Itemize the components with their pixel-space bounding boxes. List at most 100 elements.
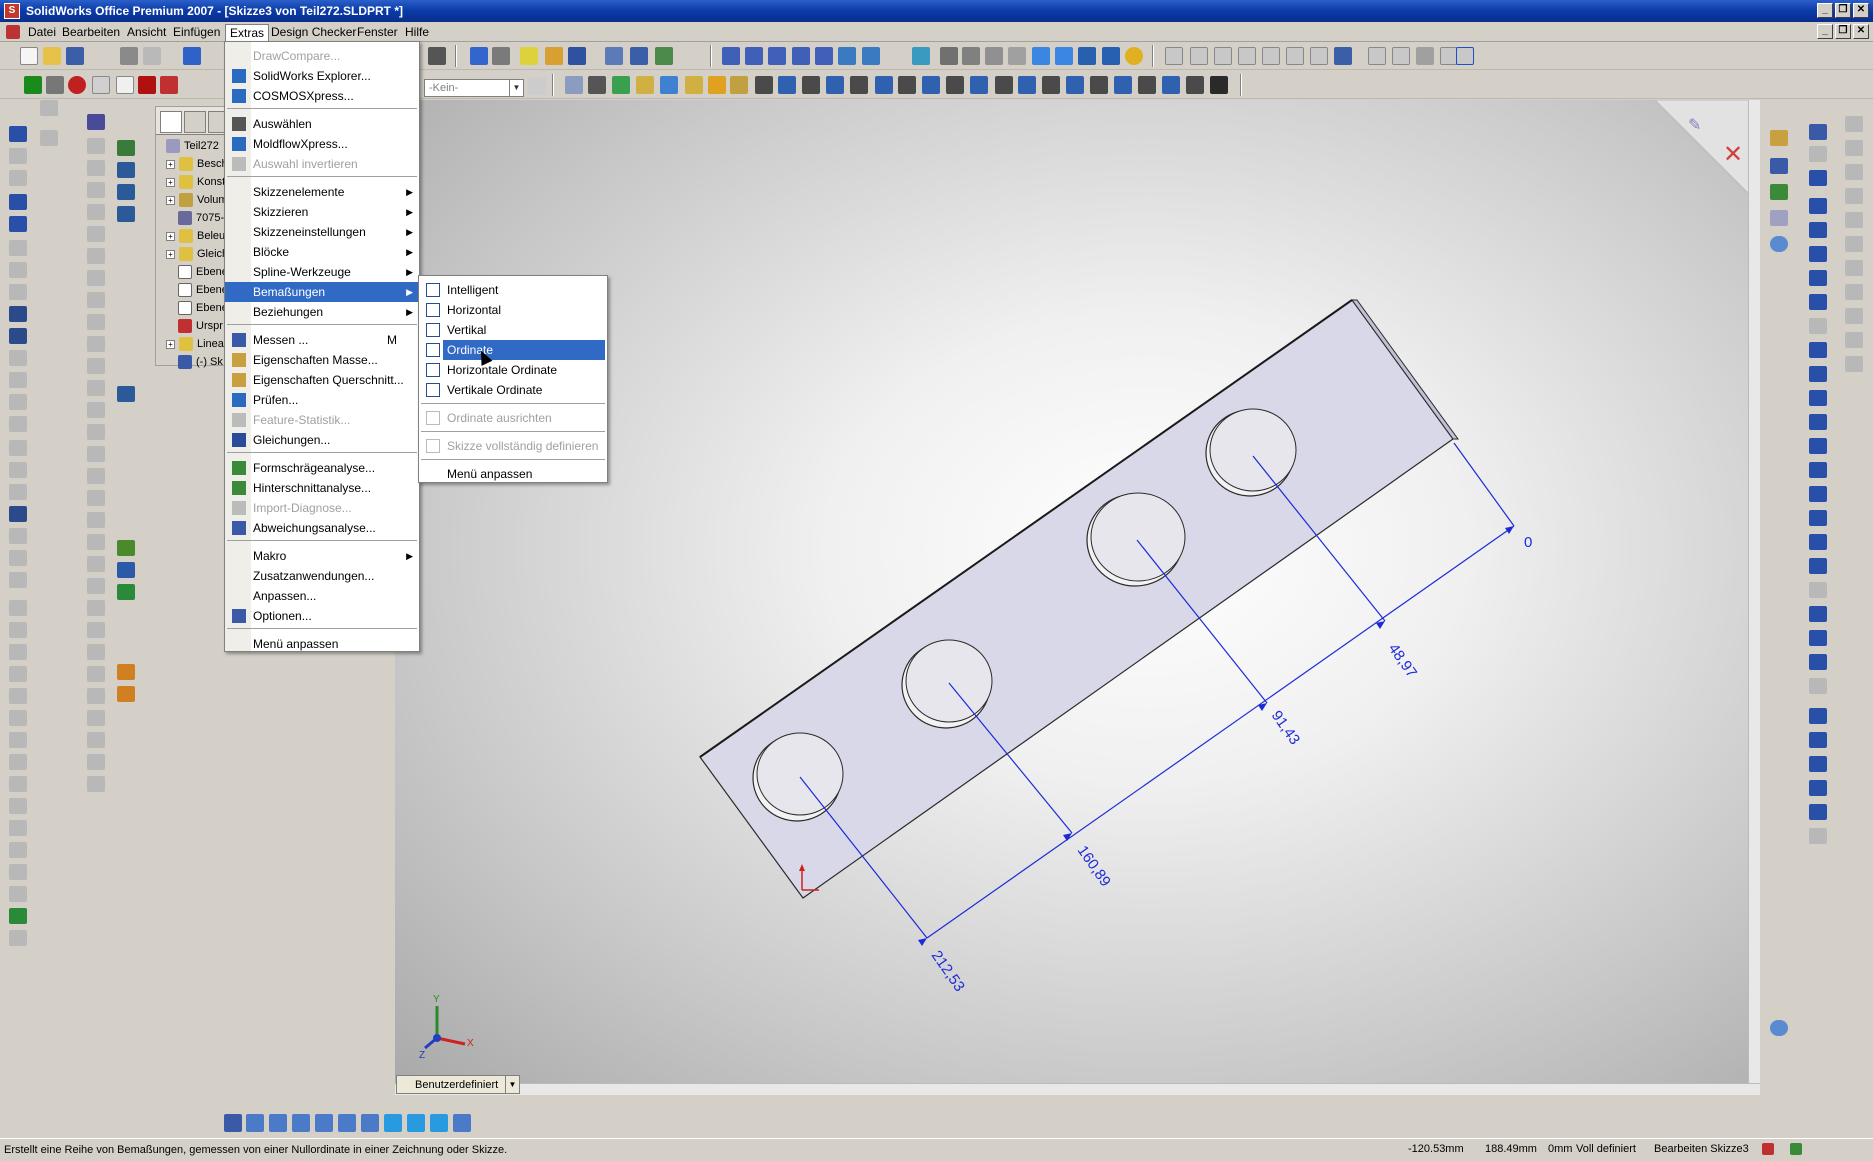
rib-icon[interactable] — [1392, 47, 1410, 65]
help-icon[interactable] — [1790, 1143, 1802, 1155]
dimension-212-53[interactable]: 212,53 — [928, 948, 968, 995]
link-view-icon[interactable] — [453, 1114, 471, 1132]
fix-icon[interactable] — [1809, 654, 1827, 670]
origin-icon[interactable] — [9, 528, 27, 544]
view-orientation-icon[interactable] — [912, 47, 930, 65]
check-icon[interactable] — [9, 306, 27, 322]
menu-datei[interactable]: Datei — [24, 24, 60, 40]
text-tool-icon[interactable] — [1809, 606, 1827, 622]
submenu-item-intelligent[interactable]: Intelligent — [419, 280, 607, 300]
dimension-160-89[interactable]: 160,89 — [1074, 843, 1114, 890]
menu-item-formschraegeanalyse[interactable]: Formschrägeanalyse... — [225, 458, 419, 478]
split-icon[interactable] — [9, 820, 27, 836]
filter-datums-icon[interactable] — [922, 76, 940, 94]
realview-icon[interactable] — [1102, 47, 1120, 65]
point-icon[interactable] — [1809, 486, 1827, 502]
dimension-tool-icon[interactable] — [1809, 170, 1827, 186]
menu-item-gleichungen[interactable]: Gleichungen... — [225, 430, 419, 450]
rebuild-icon[interactable] — [492, 47, 510, 65]
loft-icon[interactable] — [87, 204, 105, 220]
cut-icon[interactable] — [1262, 47, 1280, 65]
menu-item-menue-anpassen[interactable]: Menü anpassen — [225, 634, 419, 654]
submenu-item-ordinate-ausrichten[interactable]: Ordinate ausrichten — [419, 408, 607, 428]
mirror-feature-icon[interactable] — [87, 534, 105, 550]
component-icon[interactable] — [117, 162, 135, 178]
deform-icon[interactable] — [87, 622, 105, 638]
offset-icon[interactable] — [1809, 510, 1827, 526]
linear-sketch-pattern-icon[interactable] — [1809, 534, 1827, 550]
filter-solid-bodies-icon[interactable] — [1114, 76, 1132, 94]
menu-extras[interactable]: Extras — [225, 24, 270, 41]
smart-dim-icon[interactable] — [1809, 146, 1827, 162]
hole-1[interactable] — [752, 732, 844, 822]
mirror-icon[interactable] — [40, 130, 58, 146]
menu-item-anpassen[interactable]: Anpassen... — [225, 586, 419, 606]
menu-item-pruefen[interactable]: Prüfen... — [225, 390, 419, 410]
new-file-icon[interactable] — [20, 47, 38, 65]
menu-hilfe[interactable]: Hilfe — [401, 24, 433, 40]
configuration-dropdown[interactable]: -Kein- ▼ — [424, 79, 524, 97]
menu-item-skizzenelemente[interactable]: Skizzenelemente ▶ — [225, 182, 419, 202]
tree-item[interactable]: Urspr — [178, 317, 223, 335]
restore-button[interactable]: ❐ — [1835, 3, 1851, 18]
edit-macro-icon[interactable] — [116, 76, 134, 94]
shutoff-icon[interactable] — [9, 732, 27, 748]
fillet-sketch-icon[interactable] — [9, 170, 27, 186]
tree-item[interactable]: 7075- — [178, 209, 224, 227]
submenu-item-horizontale-ordinate[interactable]: Horizontale Ordinate — [419, 360, 607, 380]
print-icon[interactable] — [120, 47, 138, 65]
sweep-icon[interactable] — [87, 182, 105, 198]
horizontal-scrollbar[interactable] — [395, 1083, 1760, 1095]
tools-icon[interactable] — [520, 47, 538, 65]
tooling-icon[interactable] — [9, 688, 27, 704]
filter-surface-bodies-icon[interactable] — [1138, 76, 1156, 94]
library-icon[interactable] — [1770, 158, 1788, 174]
submenu-item-vertikale-ordinate[interactable]: Vertikale Ordinate — [419, 380, 607, 400]
grid-toggle-icon[interactable] — [1456, 47, 1474, 65]
filter-holes-icon[interactable] — [970, 76, 988, 94]
expand-panel-icon[interactable] — [1770, 1020, 1788, 1036]
surface-icon[interactable] — [9, 462, 27, 478]
expand-icon[interactable]: + — [166, 159, 175, 169]
ellipse-icon[interactable] — [1809, 390, 1827, 406]
rotate-entity-icon[interactable] — [1809, 780, 1827, 796]
menu-item-optionen[interactable]: Optionen... — [225, 606, 419, 626]
shaded-icon[interactable] — [1032, 47, 1050, 65]
graphics-viewport[interactable]: 0 48,97 91,43 160,89 212,53 ✎ ✕ Y X Z — [395, 100, 1760, 1095]
tree-item[interactable]: Ebene — [178, 263, 228, 281]
tree-item[interactable]: Ebene — [178, 299, 228, 317]
record-macro-icon[interactable] — [68, 76, 86, 94]
draft-icon[interactable] — [9, 776, 27, 792]
smart-dimension-icon[interactable] — [9, 126, 27, 142]
pan-icon[interactable] — [862, 47, 880, 65]
selection-icon[interactable] — [588, 76, 606, 94]
scale-icon[interactable] — [9, 798, 27, 814]
three-point-arc-icon[interactable] — [1809, 366, 1827, 382]
mdi-restore-button[interactable]: ❐ — [1835, 24, 1851, 39]
menu-einfuegen[interactable]: Einfügen — [169, 24, 224, 40]
shell-icon[interactable] — [1368, 47, 1386, 65]
explorer-icon[interactable] — [1770, 184, 1788, 200]
isometric-view-icon[interactable] — [384, 1114, 402, 1132]
sketch-mode-icon[interactable] — [1809, 124, 1827, 140]
chamfer-tool-icon[interactable] — [87, 336, 105, 352]
tool-f-icon[interactable] — [1845, 236, 1863, 252]
hidden-lines-removed-icon[interactable] — [985, 47, 1003, 65]
freeform-icon[interactable] — [87, 666, 105, 682]
tool-h-icon[interactable] — [1845, 284, 1863, 300]
cut-loft-icon[interactable] — [87, 292, 105, 308]
filter-points-icon[interactable] — [1018, 76, 1036, 94]
menu-item-zusatzanwendungen[interactable]: Zusatzanwendungen... — [225, 566, 419, 586]
trimetric-view-icon[interactable] — [407, 1114, 425, 1132]
appearance-icon[interactable] — [1125, 47, 1143, 65]
menu-item-skizzeneinstellungen[interactable]: Skizzeneinstellungen ▶ — [225, 222, 419, 242]
rebuild-status-icon[interactable] — [1762, 1143, 1774, 1155]
chevron-down-icon[interactable]: ▼ — [505, 1076, 519, 1093]
filter-dimensions-icon[interactable] — [778, 76, 796, 94]
extrude-icon[interactable] — [1214, 47, 1232, 65]
filter-faces-icon[interactable] — [660, 76, 678, 94]
search-icon[interactable] — [9, 240, 27, 256]
menu-item-feature-statistik[interactable]: Feature-Statistik... — [225, 410, 419, 430]
spline-icon[interactable] — [1809, 462, 1827, 478]
menu-item-moldflowxpress[interactable]: MoldflowXpress... — [225, 134, 419, 154]
